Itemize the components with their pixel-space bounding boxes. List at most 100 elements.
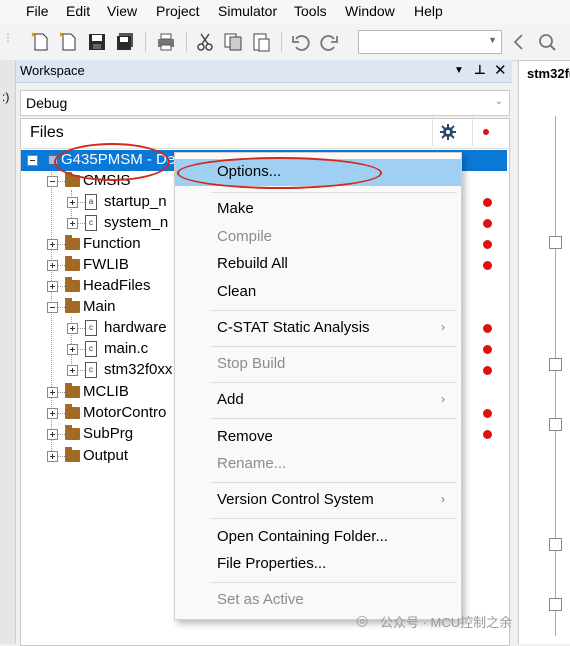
menu-item-label: Open Containing Folder... <box>217 528 388 545</box>
panel-menu-icon[interactable]: ▼ <box>454 65 464 76</box>
build-status-dot <box>483 345 492 354</box>
menu-item-label: Make <box>217 200 254 217</box>
expand-icon[interactable] <box>47 408 58 419</box>
tree-label: Function <box>83 235 141 252</box>
menu-item-label: Rename... <box>217 455 287 472</box>
expand-icon[interactable] <box>67 344 78 355</box>
tree-label: main.c <box>104 340 149 357</box>
folder-icon <box>65 447 80 462</box>
search-icon[interactable] <box>536 31 558 53</box>
configuration-select[interactable]: Debug ⌄ <box>20 90 510 116</box>
fold-marker-icon[interactable] <box>549 538 562 551</box>
tree-label: MCLIB <box>83 383 129 400</box>
menu-file[interactable]: File <box>26 3 49 19</box>
menu-view[interactable]: View <box>107 3 137 19</box>
tree-label: Output <box>83 447 129 464</box>
gear-icon[interactable] <box>440 124 456 140</box>
build-status-dot <box>483 409 492 418</box>
menu-separator <box>211 310 457 311</box>
fold-marker-icon[interactable] <box>549 418 562 431</box>
menu-item-compile: Compile <box>175 224 461 251</box>
new-workspace-icon[interactable] <box>58 31 80 53</box>
pin-icon[interactable]: ⊥ <box>474 62 486 78</box>
copy-icon[interactable] <box>222 31 244 53</box>
find-combo[interactable]: ▼ <box>358 30 502 54</box>
build-status-dot <box>483 198 492 207</box>
expand-icon[interactable] <box>47 451 58 462</box>
workspace-title: Workspace <box>20 63 85 78</box>
paste-icon[interactable] <box>250 31 272 53</box>
menu-item-remove[interactable]: Remove <box>175 424 461 451</box>
asm-file-icon: a <box>85 194 97 210</box>
menu-edit[interactable]: Edit <box>66 3 90 19</box>
save-icon[interactable] <box>86 31 108 53</box>
menu-item-label: Set as Active <box>217 591 304 608</box>
menu-item-file-properties[interactable]: File Properties... <box>175 551 461 578</box>
expand-icon[interactable] <box>47 260 58 271</box>
collapse-icon[interactable] <box>47 176 58 187</box>
build-status-dot <box>483 324 492 333</box>
tree-label: FWLIB <box>83 256 129 273</box>
menu-item-label: Clean <box>217 283 257 300</box>
print-icon[interactable] <box>155 31 177 53</box>
close-icon[interactable]: ✕ <box>494 61 507 79</box>
menu-item-clean[interactable]: Clean <box>175 279 461 306</box>
c-file-icon: c <box>85 362 97 378</box>
folder-icon <box>65 277 80 292</box>
expand-icon[interactable] <box>67 218 78 229</box>
fold-marker-icon[interactable] <box>549 358 562 371</box>
cut-icon[interactable] <box>194 31 216 53</box>
folder-icon <box>65 256 80 271</box>
expand-icon[interactable] <box>67 323 78 334</box>
tree-label: system_n <box>104 214 169 231</box>
menu-item-open-containing-folder[interactable]: Open Containing Folder... <box>175 524 461 551</box>
menu-item-add[interactable]: Add › <box>175 387 461 414</box>
c-file-icon: c <box>85 320 97 336</box>
menu-item-label: Compile <box>217 228 273 245</box>
chevron-right-icon: › <box>441 392 445 406</box>
new-file-icon[interactable] <box>30 31 52 53</box>
menu-item-label: C-STAT Static Analysis <box>217 319 370 336</box>
menu-item-c-stat[interactable]: C-STAT Static Analysis › <box>175 315 461 342</box>
folder-icon <box>65 425 80 440</box>
editor-tab[interactable]: stm32f( <box>518 60 570 87</box>
expand-icon[interactable] <box>67 197 78 208</box>
tree-label: MotorContro <box>83 404 167 421</box>
expand-icon[interactable] <box>47 387 58 398</box>
tree-label: SubPrg <box>83 425 134 442</box>
redo-icon[interactable] <box>318 31 340 53</box>
toolbar-separator <box>281 32 282 52</box>
collapse-icon[interactable] <box>27 155 38 166</box>
expand-icon[interactable] <box>47 239 58 250</box>
menu-item-rebuild-all[interactable]: Rebuild All <box>175 251 461 278</box>
configuration-value: Debug <box>26 95 68 111</box>
menu-tools[interactable]: Tools <box>294 3 327 19</box>
menu-simulator[interactable]: Simulator <box>218 3 277 19</box>
expand-icon[interactable] <box>47 281 58 292</box>
menu-item-make[interactable]: Make <box>175 196 461 223</box>
expand-icon[interactable] <box>47 429 58 440</box>
menu-item-label: Add <box>217 391 244 408</box>
menu-window[interactable]: Window <box>345 3 395 19</box>
fold-line <box>555 116 556 636</box>
menu-item-version-control[interactable]: Version Control System › <box>175 487 461 514</box>
build-status-dot <box>483 219 492 228</box>
menu-project[interactable]: Project <box>156 3 200 19</box>
chevron-left-icon[interactable] <box>508 31 530 53</box>
tree-label: startup_n <box>104 193 167 210</box>
collapse-icon[interactable] <box>47 302 58 313</box>
annotation-circle-options <box>177 157 382 189</box>
save-all-icon[interactable] <box>114 31 136 53</box>
menu-item-label: File Properties... <box>217 555 327 572</box>
tree-label: Main <box>83 298 116 315</box>
expand-icon[interactable] <box>67 365 78 376</box>
folder-icon <box>65 235 80 250</box>
chevron-down-icon: ⌄ <box>494 96 503 107</box>
undo-icon[interactable] <box>290 31 312 53</box>
fold-marker-icon[interactable] <box>549 236 562 249</box>
watermark: ◎ 公众号 · MCU控制之余 <box>356 610 566 632</box>
menu-bar: File Edit View Project Simulator Tools W… <box>0 0 570 24</box>
menu-item-label: Version Control System <box>217 491 374 508</box>
menu-help[interactable]: Help <box>414 3 443 19</box>
column-divider <box>472 116 473 146</box>
